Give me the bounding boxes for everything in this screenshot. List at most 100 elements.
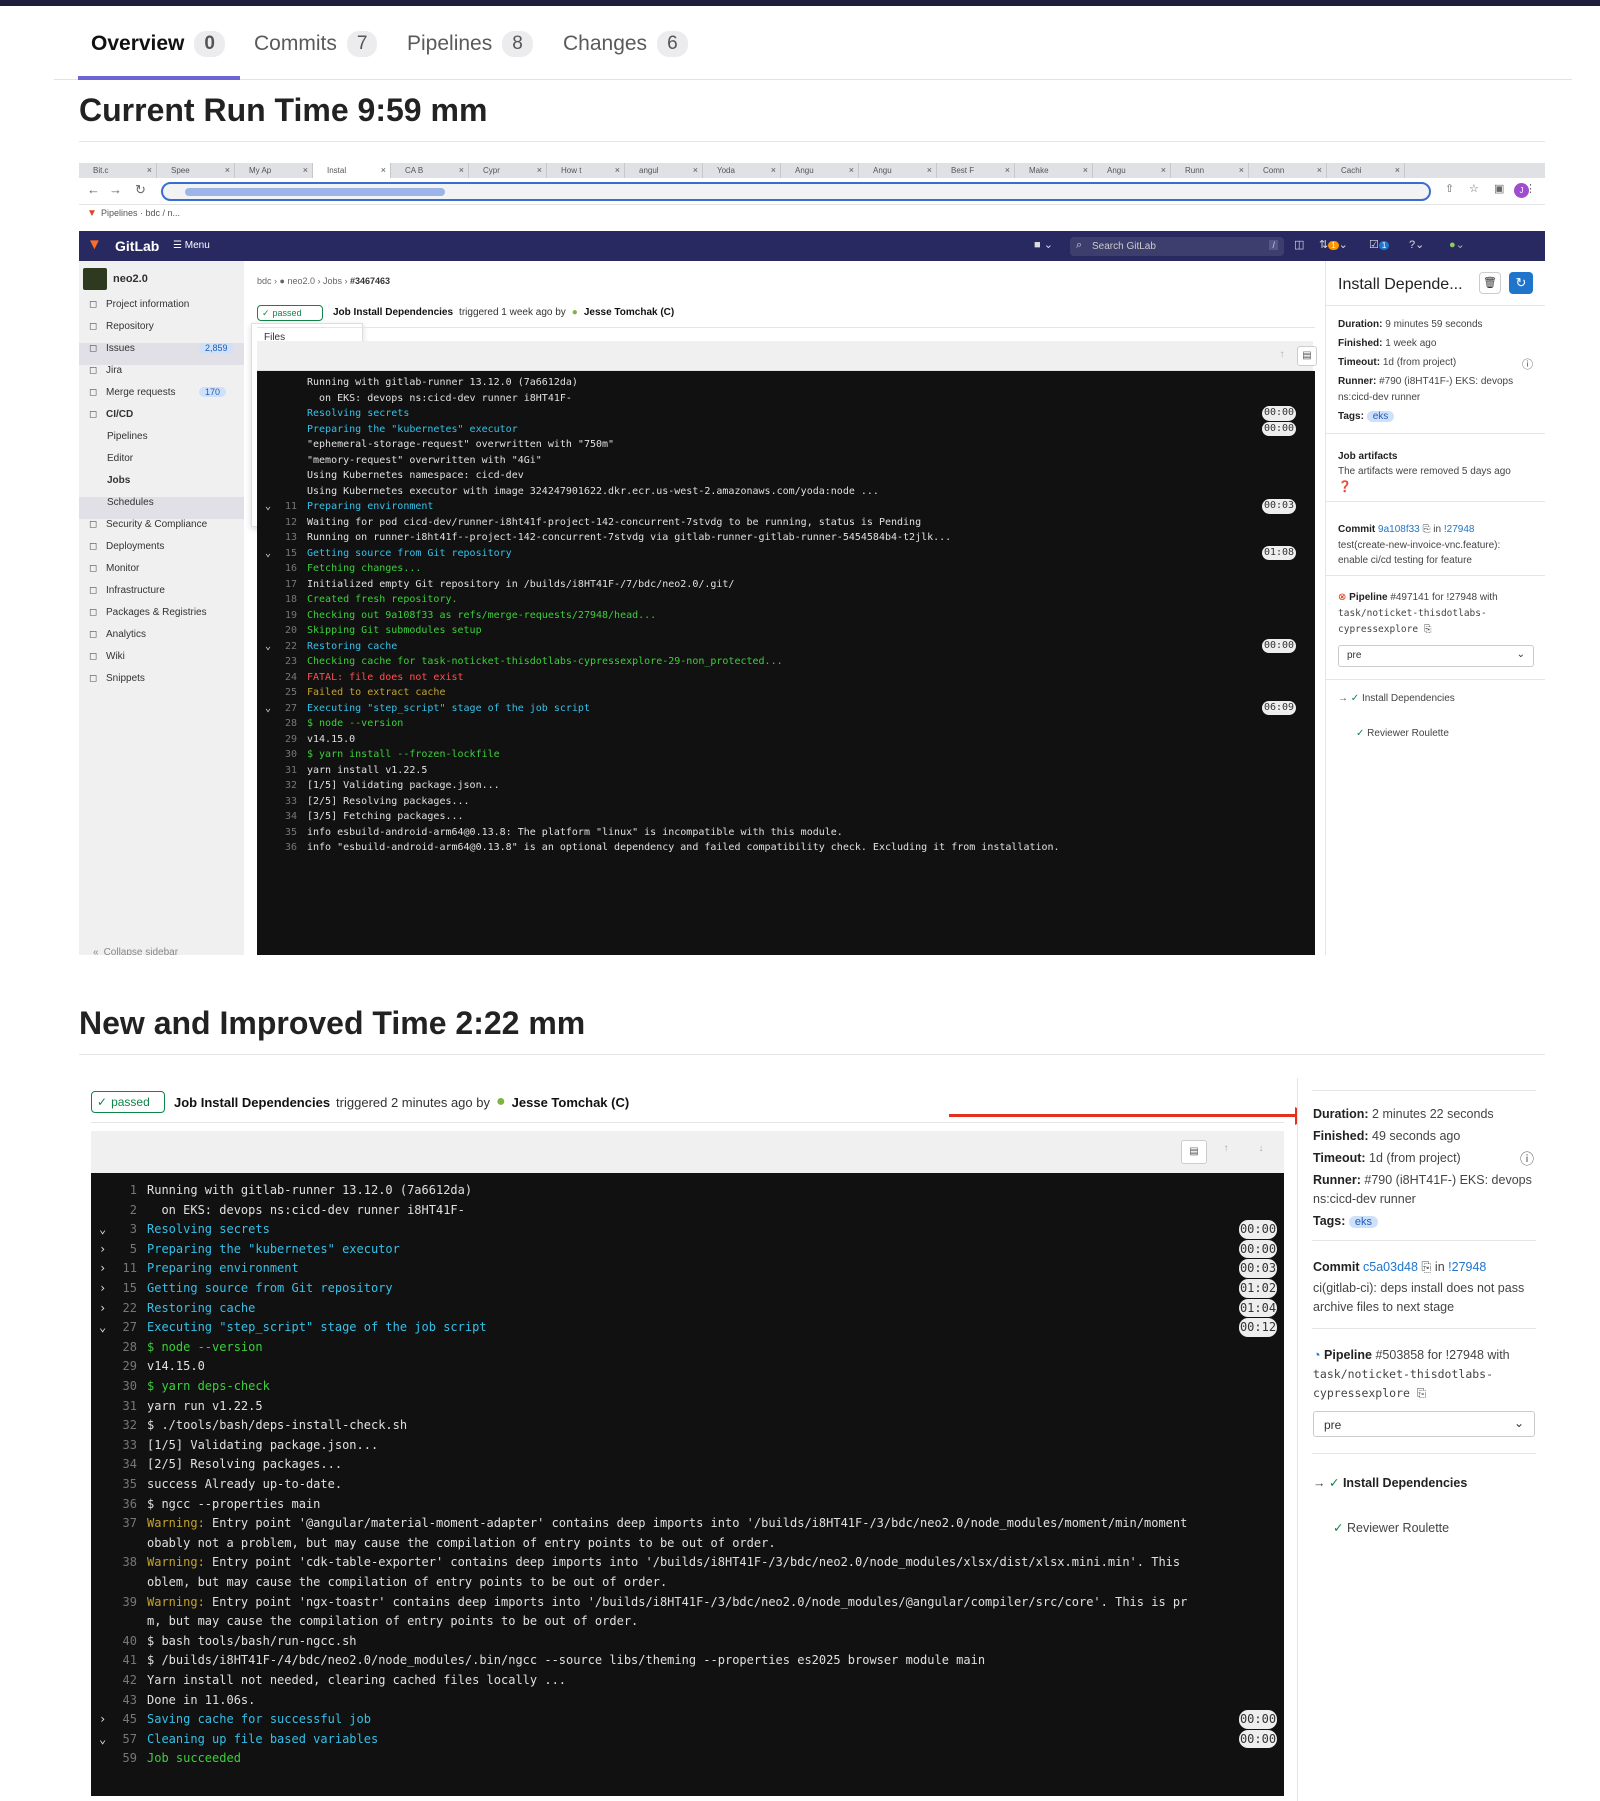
line-number[interactable]: 38 xyxy=(109,1555,137,1569)
menu-button[interactable]: ☰ Menu xyxy=(173,240,210,251)
line-number[interactable]: 36 xyxy=(109,1497,137,1511)
line-number[interactable]: 16 xyxy=(271,563,297,574)
reload-icon[interactable]: ↻ xyxy=(135,182,146,198)
retry-button[interactable]: ↻ xyxy=(1509,272,1533,294)
breadcrumb-item[interactable]: Jobs xyxy=(323,276,342,286)
tab-overview[interactable]: Overview 0 xyxy=(91,26,225,62)
line-number[interactable]: 27 xyxy=(271,703,297,714)
new-item-icon[interactable]: ■ ⌄ xyxy=(1034,238,1053,251)
chevron-down-icon[interactable]: ⌄ xyxy=(99,1732,106,1746)
tab-changes[interactable]: Changes 6 xyxy=(563,26,688,62)
job-user[interactable]: Jesse Tomchak (C) xyxy=(512,1095,630,1110)
help-icon[interactable]: ?⌄ xyxy=(1409,238,1424,251)
chevron-right-icon[interactable]: › xyxy=(99,1301,106,1315)
erase-log-button[interactable]: 🗑 xyxy=(1479,272,1501,294)
line-number[interactable]: 12 xyxy=(271,517,297,528)
line-number[interactable]: 40 xyxy=(109,1634,137,1648)
scroll-bottom-button[interactable]: ↓ xyxy=(1251,1140,1271,1160)
line-number[interactable]: 57 xyxy=(109,1732,137,1746)
line-number[interactable]: 18 xyxy=(271,594,297,605)
close-tab-icon[interactable]: × xyxy=(927,165,932,175)
breadcrumb-item[interactable]: #3467463 xyxy=(350,276,390,286)
line-number[interactable]: 42 xyxy=(109,1673,137,1687)
tab-commits[interactable]: Commits 7 xyxy=(254,26,378,62)
close-tab-icon[interactable]: × xyxy=(459,165,464,175)
line-number[interactable]: 41 xyxy=(109,1653,137,1667)
line-number[interactable]: 2 xyxy=(109,1203,137,1217)
chevron-down-icon[interactable]: ⌄ xyxy=(99,1222,106,1236)
sidebar-item-project-information[interactable]: ◻ Project information xyxy=(89,297,189,311)
tab-pipelines[interactable]: Pipelines 8 xyxy=(407,26,533,62)
line-number[interactable]: 17 xyxy=(271,579,297,590)
sidebar-item-pipelines[interactable]: Pipelines xyxy=(107,429,148,443)
line-number[interactable]: 34 xyxy=(271,811,297,822)
browser-tab[interactable]: Angu × xyxy=(859,163,937,178)
job-list-item[interactable]: ✓ Reviewer Roulette xyxy=(1333,1520,1449,1535)
line-number[interactable]: 25 xyxy=(271,687,297,698)
browser-tab[interactable]: Instal × xyxy=(313,163,391,178)
mr-header-icon[interactable]: ⇅ 1 ⌄ xyxy=(1319,238,1348,251)
browser-tab[interactable]: My Ap × xyxy=(235,163,313,178)
sidebar-item-merge-requests[interactable]: ◻ Merge requests 170 xyxy=(89,385,227,399)
browser-tab[interactable]: Angu × xyxy=(1093,163,1171,178)
sidebar-item-analytics[interactable]: ◻ Analytics xyxy=(89,627,146,641)
line-number[interactable]: 15 xyxy=(109,1281,137,1295)
sidebar-item-jira[interactable]: ◻ Jira xyxy=(89,363,122,377)
close-tab-icon[interactable]: × xyxy=(1005,165,1010,175)
browser-tab[interactable]: How t × xyxy=(547,163,625,178)
line-number[interactable]: 20 xyxy=(271,625,297,636)
line-number[interactable]: 33 xyxy=(109,1438,137,1452)
line-number[interactable]: 5 xyxy=(109,1242,137,1256)
browser-tab[interactable]: Cypr × xyxy=(469,163,547,178)
close-tab-icon[interactable]: × xyxy=(1317,165,1322,175)
copy-icon[interactable]: ⎘ xyxy=(1424,624,1432,635)
stage-select[interactable]: pre ⌄ xyxy=(1338,645,1534,667)
scroll-top-button[interactable]: ↑ xyxy=(1272,346,1292,366)
sidebar-item-schedules[interactable]: Schedules xyxy=(107,495,154,509)
browser-tab[interactable]: CA B × xyxy=(391,163,469,178)
pipeline-id[interactable]: #497141 xyxy=(1390,592,1429,603)
sidebar-item-issues[interactable]: ◻ Issues 2,859 xyxy=(89,341,234,355)
line-number[interactable]: 33 xyxy=(271,796,297,807)
close-tab-icon[interactable]: × xyxy=(771,165,776,175)
browser-tab[interactable]: Yoda × xyxy=(703,163,781,178)
bookmark-label[interactable]: Pipelines · bdc / n... xyxy=(101,208,180,218)
close-tab-icon[interactable]: × xyxy=(615,165,620,175)
raw-log-button[interactable]: ▤ xyxy=(1297,346,1317,366)
sidebar-item-jobs[interactable]: Jobs xyxy=(107,473,130,487)
line-number[interactable]: 59 xyxy=(109,1751,137,1765)
line-number[interactable]: 45 xyxy=(109,1712,137,1726)
sidebar-item-monitor[interactable]: ◻ Monitor xyxy=(89,561,139,575)
browser-tab[interactable]: Runn × xyxy=(1171,163,1249,178)
line-number[interactable]: 11 xyxy=(271,501,297,512)
close-tab-icon[interactable]: × xyxy=(381,165,386,175)
commit-sha[interactable]: 9a108f33 xyxy=(1378,524,1420,535)
line-number[interactable]: 11 xyxy=(109,1261,137,1275)
browser-tab[interactable]: Best F × xyxy=(937,163,1015,178)
line-number[interactable]: 32 xyxy=(109,1418,137,1432)
close-tab-icon[interactable]: × xyxy=(225,165,230,175)
question-icon[interactable]: ❓ xyxy=(1338,480,1352,493)
sidebar-item-security-compliance[interactable]: ◻ Security & Compliance xyxy=(89,517,207,531)
user-avatar-icon[interactable]: ●⌄ xyxy=(1449,238,1465,251)
close-tab-icon[interactable]: × xyxy=(303,165,308,175)
line-number[interactable]: 24 xyxy=(271,672,297,683)
job-list-item[interactable]: ✓ Reviewer Roulette xyxy=(1356,728,1449,739)
stage-select[interactable]: pre ⌄ xyxy=(1313,1411,1535,1437)
raw-log-button[interactable]: ▤ xyxy=(1181,1140,1207,1164)
sidebar-item-infrastructure[interactable]: ◻ Infrastructure xyxy=(89,583,165,597)
line-number[interactable]: 30 xyxy=(271,749,297,760)
close-tab-icon[interactable]: × xyxy=(693,165,698,175)
star-icon[interactable]: ☆ xyxy=(1469,182,1479,195)
line-number[interactable]: 43 xyxy=(109,1693,137,1707)
job-user[interactable]: Jesse Tomchak (C) xyxy=(584,307,674,318)
line-number[interactable]: 22 xyxy=(109,1301,137,1315)
sidebar-item-repository[interactable]: ◻ Repository xyxy=(89,319,154,333)
line-number[interactable]: 29 xyxy=(109,1359,137,1373)
line-number[interactable]: 15 xyxy=(271,548,297,559)
close-tab-icon[interactable]: × xyxy=(147,165,152,175)
chevron-down-icon[interactable]: ⌄ xyxy=(99,1320,106,1334)
browser-tab[interactable]: Comn × xyxy=(1249,163,1327,178)
line-number[interactable]: 22 xyxy=(271,641,297,652)
close-tab-icon[interactable]: × xyxy=(1161,165,1166,175)
